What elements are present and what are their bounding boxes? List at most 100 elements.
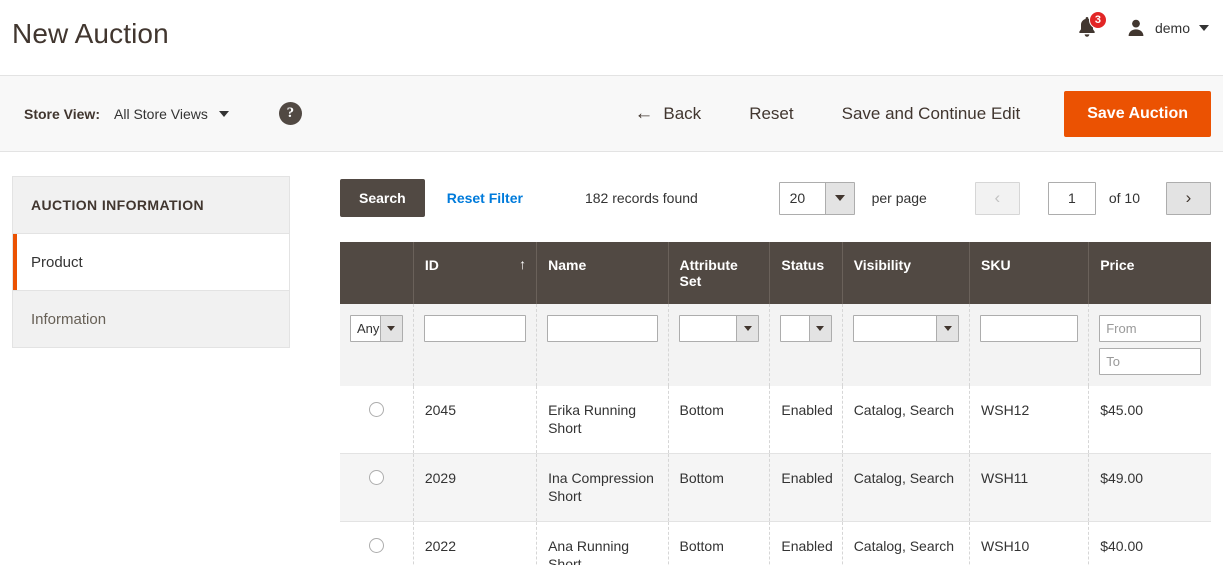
row-select-cell xyxy=(340,521,414,565)
cell-id: 2029 xyxy=(413,453,538,522)
filter-select-value: Any xyxy=(357,321,380,336)
per-page-value: 20 xyxy=(789,190,806,206)
sidebar-item-label: Information xyxy=(31,310,107,328)
filter-input-sku[interactable] xyxy=(980,315,1079,342)
page-content: AUCTION INFORMATION Product Information … xyxy=(0,152,1223,565)
grid-header: ID ↑ Name Attribute Set Status Visibilit… xyxy=(340,242,1211,304)
sidebar: AUCTION INFORMATION Product Information xyxy=(12,176,290,565)
sidebar-title: AUCTION INFORMATION xyxy=(12,176,290,234)
per-page-label: per page xyxy=(871,190,927,206)
user-avatar-icon xyxy=(1128,19,1144,36)
cell-visibility: Catalog, Search xyxy=(842,521,971,565)
per-page-select[interactable]: 20 xyxy=(778,181,855,215)
column-header-price[interactable]: Price xyxy=(1088,242,1211,304)
row-radio-button[interactable] xyxy=(368,538,384,553)
sidebar-item-product[interactable]: Product xyxy=(12,234,290,291)
filter-select-value xyxy=(781,316,808,341)
cell-attribute-set: Bottom xyxy=(668,386,771,454)
column-header-sku[interactable]: SKU xyxy=(969,242,1090,304)
column-header-select xyxy=(340,242,414,304)
filter-select-value xyxy=(854,316,936,341)
reset-filter-link[interactable]: Reset Filter xyxy=(447,190,523,206)
filter-cell-sku xyxy=(969,304,1090,386)
cell-id: 2022 xyxy=(413,521,538,565)
filter-cell-id xyxy=(413,304,538,386)
store-view-value: All Store Views xyxy=(114,105,208,122)
row-radio-button[interactable] xyxy=(368,470,384,485)
column-header-name[interactable]: Name xyxy=(536,242,669,304)
notifications-bell-button[interactable]: 3 xyxy=(1076,11,1107,41)
filter-select-attribute-set[interactable] xyxy=(678,315,760,342)
filter-select-visibility[interactable] xyxy=(852,315,960,342)
cell-visibility: Catalog, Search xyxy=(842,453,971,522)
filter-cell-visibility xyxy=(842,304,971,386)
chevron-down-icon xyxy=(736,316,759,341)
sidebar-item-label: Product xyxy=(31,253,83,271)
chevron-down-icon xyxy=(808,316,831,341)
cell-price: $45.00 xyxy=(1088,386,1211,454)
page-title: New Auction xyxy=(12,18,169,49)
save-and-continue-edit-button[interactable]: Save and Continue Edit xyxy=(818,104,1045,124)
cell-sku: WSH11 xyxy=(969,453,1090,522)
page-header: New Auction 3 demo xyxy=(0,0,1223,76)
row-select-cell xyxy=(340,453,414,522)
column-label: ID xyxy=(424,257,439,273)
filter-select-status[interactable] xyxy=(780,315,832,342)
chevron-down-icon xyxy=(1199,25,1209,31)
user-menu-button[interactable]: demo xyxy=(1126,18,1209,38)
column-header-id[interactable]: ID ↑ xyxy=(413,242,538,304)
cell-price: $40.00 xyxy=(1088,521,1211,565)
table-row[interactable]: 2029 Ina Compression Short Bottom Enable… xyxy=(340,453,1211,522)
cell-name: Ana Running Short xyxy=(536,521,669,565)
filter-cell-name xyxy=(536,304,669,386)
cell-name: Ina Compression Short xyxy=(536,453,669,522)
chevron-down-icon xyxy=(379,316,402,341)
cell-attribute-set: Bottom xyxy=(668,453,771,522)
cell-visibility: Catalog, Search xyxy=(842,386,971,454)
chevron-down-icon xyxy=(824,182,854,214)
total-pages-label: of 10 xyxy=(1108,190,1140,206)
help-icon[interactable]: ? xyxy=(278,102,302,125)
filter-cell-status xyxy=(769,304,843,386)
store-view-label: Store View: xyxy=(24,105,100,122)
filter-input-name[interactable] xyxy=(547,315,658,342)
next-page-button[interactable]: › xyxy=(1166,181,1211,215)
page-number-input[interactable] xyxy=(1047,181,1096,215)
filter-input-price-from[interactable] xyxy=(1099,315,1201,342)
row-radio-button[interactable] xyxy=(368,402,384,417)
back-button[interactable]: ← Back xyxy=(610,104,725,124)
product-grid-table: ID ↑ Name Attribute Set Status Visibilit… xyxy=(340,242,1211,565)
filter-input-price-to[interactable] xyxy=(1099,348,1201,375)
table-row[interactable]: 2022 Ana Running Short Bottom Enabled Ca… xyxy=(340,521,1211,565)
notifications-badge: 3 xyxy=(1088,11,1107,29)
column-header-attribute-set[interactable]: Attribute Set xyxy=(668,242,771,304)
search-button[interactable]: Search xyxy=(340,179,425,217)
grid-body: 2045 Erika Running Short Bottom Enabled … xyxy=(340,386,1211,565)
grid-filters: Any xyxy=(340,304,1211,386)
table-row[interactable]: 2045 Erika Running Short Bottom Enabled … xyxy=(340,386,1211,454)
column-header-visibility[interactable]: Visibility xyxy=(842,242,971,304)
previous-page-button[interactable]: ‹ xyxy=(974,181,1020,215)
cell-price: $49.00 xyxy=(1088,453,1211,522)
store-view-switcher[interactable]: All Store Views xyxy=(114,106,229,122)
cell-status: Enabled xyxy=(769,453,843,522)
reset-label: Reset xyxy=(749,103,794,123)
filter-cell-select: Any xyxy=(340,304,414,386)
header-actions: 3 demo xyxy=(1076,11,1209,41)
cell-sku: WSH10 xyxy=(969,521,1090,565)
store-view-group: Store View: All Store Views ? xyxy=(24,102,302,125)
sidebar-item-information[interactable]: Information xyxy=(12,291,290,348)
grid-header-row: ID ↑ Name Attribute Set Status Visibilit… xyxy=(340,242,1211,304)
save-auction-button[interactable]: Save Auction xyxy=(1064,90,1211,137)
records-found-label: 182 records found xyxy=(584,190,698,206)
reset-button[interactable]: Reset xyxy=(725,104,817,124)
row-select-cell xyxy=(340,386,414,454)
chevron-down-icon xyxy=(936,316,959,341)
filter-input-id[interactable] xyxy=(423,315,527,342)
filter-select-any[interactable]: Any xyxy=(350,315,403,342)
grid-pager: 20 per page ‹ of 10 › xyxy=(778,181,1211,215)
column-header-status[interactable]: Status xyxy=(769,242,843,304)
product-grid-area: Search Reset Filter 182 records found 20… xyxy=(340,176,1211,565)
page-actions-toolbar: Store View: All Store Views ? ← Back Res… xyxy=(0,76,1223,152)
toolbar-action-buttons: ← Back Reset Save and Continue Edit Save… xyxy=(610,76,1211,151)
